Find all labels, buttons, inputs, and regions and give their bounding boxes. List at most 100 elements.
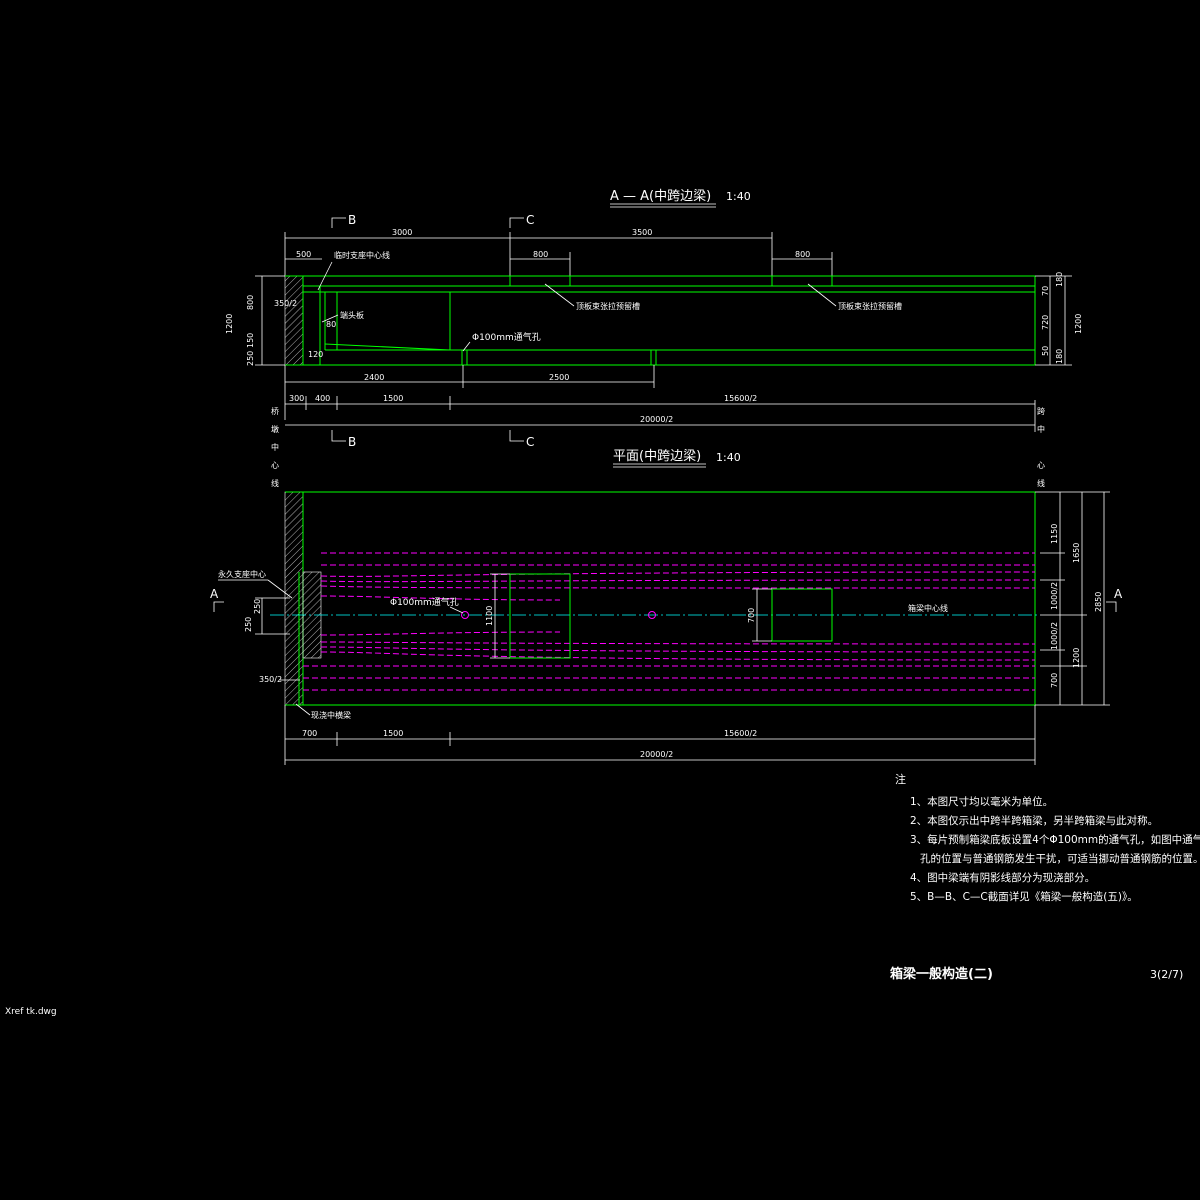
label-permanent-support: 永久支座中心 (218, 569, 266, 579)
notes-heading: 注 (895, 772, 906, 786)
label-roof-anchor-1: 顶板束张拉预留槽 (576, 301, 640, 311)
cut-b-top-label: B (348, 213, 356, 227)
vchar: 桥 (271, 406, 279, 416)
dim-left-800: 800 (246, 295, 255, 310)
leader (807, 283, 837, 307)
cut-a-left-label: A (210, 587, 219, 601)
dim-2500: 2500 (549, 373, 569, 382)
drawing-title: 箱梁一般构造(二) (890, 966, 993, 982)
dim-plan-1000-a: 1000/2 (1050, 582, 1059, 610)
label-roof-anchor-2: 顶板束张拉预留槽 (838, 301, 902, 311)
cut-b-bottom (331, 430, 346, 442)
dim-20000-bottom: 20000/2 (640, 750, 673, 759)
label-vent-hole-section: Φ100mm通气孔 (472, 331, 541, 343)
cut-c-top (509, 217, 524, 228)
tendon-4 (320, 579, 1036, 583)
anchor-slot-2 (771, 275, 833, 287)
dim-right-70: 70 (1041, 286, 1050, 296)
dim-plan-1000-b: 1000/2 (1050, 622, 1059, 650)
tendon-7 (320, 631, 561, 636)
notes: 注 1、本图尺寸均以毫米为单位。 2、本图仅示出中跨半跨箱梁，另半跨箱梁与此对称… (895, 772, 1200, 903)
dim-plan-1650: 1650 (1072, 543, 1081, 563)
right-vertical-label: 跨 中 心 线 (1037, 407, 1045, 488)
plan-cast-in-place-hatch (284, 491, 304, 706)
vchar: 墩 (271, 424, 279, 434)
dim-300: 300 (289, 394, 304, 403)
cut-c-top-label: C (526, 213, 534, 227)
note-3: 3、每片预制箱梁底板设置4个Φ100mm的通气孔，如图中通气 (910, 833, 1200, 846)
label-cast-in-place: 现浇中横梁 (311, 710, 351, 720)
dim-plan-350: 350/2 (259, 675, 282, 684)
cut-b-top (331, 217, 346, 228)
dim-3500: 3500 (632, 228, 652, 237)
tendon-8 (320, 641, 1036, 645)
section-scale: 1:40 (726, 190, 751, 203)
tendon-3 (320, 571, 1036, 577)
label-support-center: 临时支座中心线 (334, 250, 390, 260)
dim-800-b: 800 (795, 250, 810, 259)
vchar: 心 (271, 461, 279, 470)
note-3b: 孔的位置与普通钢筋发生干扰，可适当挪动普通钢筋的位置。 (910, 852, 1200, 865)
plan-view: 平面(中跨边梁) 1:40 1100 700 Φ100mm通气孔 箱梁中心线 永… (210, 449, 1123, 765)
note-5: 5、B—B、C—C截面详见《箱梁一般构造(五)》。 (910, 890, 1138, 903)
vent-hole-section-1 (461, 349, 468, 366)
label-beam-centerline: 箱梁中心线 (908, 603, 948, 613)
note-2: 2、本图仅示出中跨半跨箱梁，另半跨箱梁与此对称。 (910, 814, 1158, 827)
dim-right-1200: 1200 (1074, 314, 1083, 334)
dim-1500: 1500 (383, 394, 403, 403)
vchar: 心 (1037, 461, 1045, 470)
drawing-canvas: A — A(中跨边梁) 1:40 B C 3000 3500 500 800 8… (5, 189, 1200, 1017)
dim-plan-1150: 1150 (1050, 524, 1059, 544)
dim-500: 500 (296, 250, 311, 259)
vent-hole-section-2 (650, 349, 657, 366)
dim-plan-700-bottom: 700 (302, 729, 317, 738)
tendons (303, 552, 1036, 691)
leader (544, 283, 575, 307)
dim-plan-700-right: 700 (1050, 673, 1059, 688)
dim-plan-1100: 1100 (485, 606, 494, 626)
dim-right-180-top: 180 (1055, 272, 1064, 287)
dim-left-150: 150 (246, 333, 255, 348)
dim-plan-2850: 2850 (1094, 592, 1103, 612)
xref-label: Xref tk.dwg (5, 1007, 57, 1017)
section-view: A — A(中跨边梁) 1:40 B C 3000 3500 500 800 8… (225, 189, 1083, 488)
plan-title: 平面(中跨边梁) (613, 449, 701, 464)
vchar: 中 (271, 442, 279, 452)
dim-left-120: 120 (308, 350, 323, 359)
dim-plan-15600: 15600/2 (724, 729, 757, 738)
dim-plan-1500: 1500 (383, 729, 403, 738)
dim-plan-250-b: 250 (244, 617, 253, 632)
tendon-9 (320, 646, 1036, 653)
dim-left-350: 350/2 (274, 299, 297, 308)
vchar: 跨 (1037, 407, 1045, 416)
cut-b-bottom-label: B (348, 435, 356, 449)
dim-left-250: 250 (246, 351, 255, 366)
dim-right-50: 50 (1041, 346, 1050, 356)
note-4: 4、图中梁端有阴影线部分为现浇部分。 (910, 871, 1095, 884)
beam-haunch-line (324, 343, 451, 351)
dim-right-720: 720 (1041, 315, 1050, 330)
tendon-5 (320, 585, 1036, 589)
tendon-10 (320, 651, 1036, 661)
section-cast-in-place-hatch (284, 275, 304, 366)
dim-2400: 2400 (364, 373, 384, 382)
section-title: A — A(中跨边梁) (610, 189, 711, 204)
cut-a-right-label: A (1114, 587, 1123, 601)
plan-scale: 1:40 (716, 451, 741, 464)
leader (295, 703, 311, 716)
note-1: 1、本图尺寸均以毫米为单位。 (910, 795, 1053, 808)
cut-a-left (213, 601, 224, 612)
anchor-slot-1 (509, 275, 571, 287)
dim-400: 400 (315, 394, 330, 403)
cut-a-right (1106, 601, 1117, 612)
dim-right-180-bottom: 180 (1055, 349, 1064, 364)
label-end-plate: 端头板 (340, 310, 364, 320)
label-vent-hole-plan: Φ100mm通气孔 (390, 596, 459, 608)
dim-plan-250-a: 250 (253, 599, 262, 614)
dim-15600: 15600/2 (724, 394, 757, 403)
left-vertical-label: 桥 墩 中 心 线 (271, 406, 279, 488)
dim-3000: 3000 (392, 228, 412, 237)
dim-20000-top: 20000/2 (640, 415, 673, 424)
cut-c-bottom (509, 430, 524, 442)
opening-1 (509, 573, 571, 659)
